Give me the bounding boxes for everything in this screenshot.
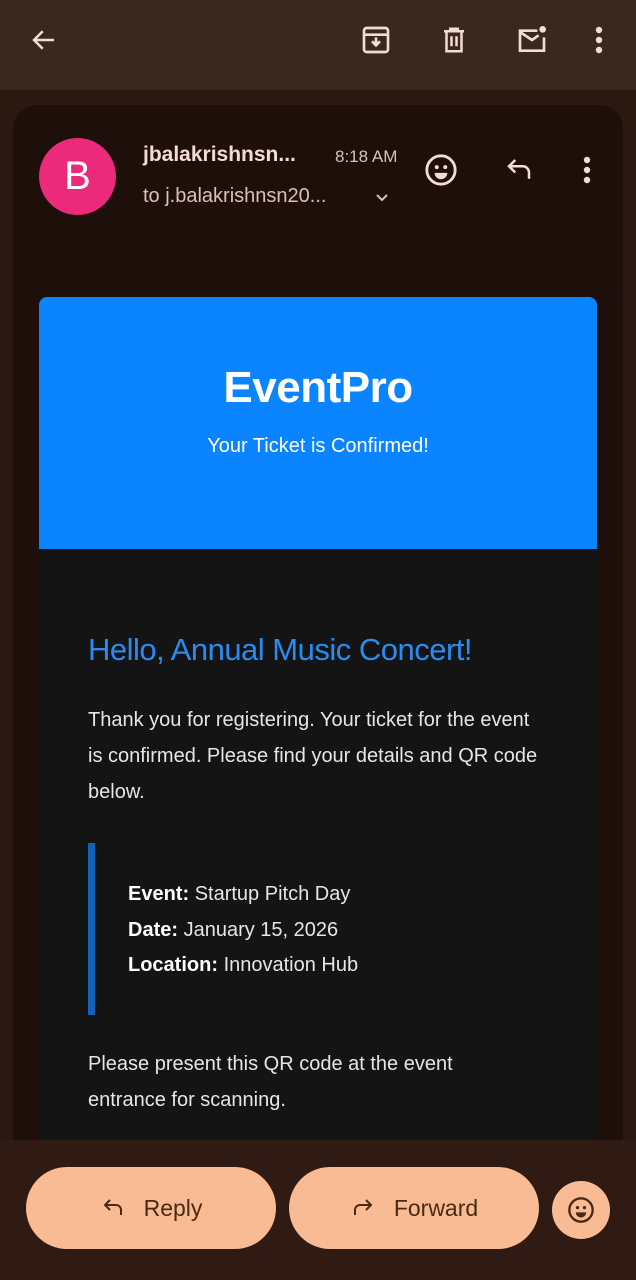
bottom-action-bar: Reply Forward bbox=[0, 1140, 636, 1280]
email-header-banner: EventPro Your Ticket is Confirmed! bbox=[39, 297, 597, 549]
event-details: Event: Startup Pitch Day Date: January 1… bbox=[88, 843, 488, 1015]
emoji-reaction-icon[interactable] bbox=[421, 150, 461, 190]
message-card: B jbalakrishnsn... 8:18 AM to j.balakris… bbox=[13, 105, 623, 1165]
intro-paragraph: Thank you for registering. Your ticket f… bbox=[88, 709, 538, 803]
top-app-bar bbox=[0, 0, 636, 90]
reply-button[interactable]: Reply bbox=[26, 1167, 276, 1249]
detail-event: Event: Startup Pitch Day bbox=[128, 883, 351, 905]
more-vert-icon[interactable] bbox=[573, 150, 601, 190]
forward-label: Forward bbox=[393, 1194, 479, 1221]
reply-icon bbox=[103, 1199, 122, 1215]
trash-icon[interactable] bbox=[434, 20, 474, 60]
recipient[interactable]: to j.balakrishnsn20... bbox=[143, 185, 326, 208]
arrow-left-icon[interactable] bbox=[24, 20, 64, 60]
banner-subtitle: Your Ticket is Confirmed! bbox=[207, 435, 429, 457]
emoji-icon bbox=[568, 1197, 594, 1223]
avatar[interactable]: B bbox=[39, 138, 116, 215]
qr-note: Please present this QR code at the event… bbox=[88, 1053, 453, 1111]
detail-location: Location: Innovation Hub bbox=[128, 954, 359, 976]
brand-title: EventPro bbox=[223, 363, 413, 412]
greeting-heading: Hello, Annual Music Concert! bbox=[88, 632, 473, 667]
reply-icon[interactable] bbox=[499, 150, 539, 190]
emoji-reaction-button[interactable] bbox=[552, 1181, 610, 1239]
timestamp: 8:18 AM bbox=[335, 147, 398, 166]
detail-date: Date: January 15, 2026 bbox=[128, 918, 339, 941]
archive-icon[interactable] bbox=[356, 20, 396, 60]
reply-label: Reply bbox=[143, 1194, 203, 1221]
email-body: EventPro Your Ticket is Confirmed! Hello… bbox=[39, 297, 597, 1165]
sender-name: jbalakrishnsn... bbox=[143, 143, 296, 166]
mark-unread-icon[interactable] bbox=[512, 20, 552, 60]
forward-button[interactable]: Forward bbox=[289, 1167, 539, 1249]
chevron-down-icon[interactable] bbox=[371, 187, 393, 209]
more-vert-icon[interactable] bbox=[584, 20, 614, 60]
forward-icon bbox=[353, 1199, 373, 1215]
